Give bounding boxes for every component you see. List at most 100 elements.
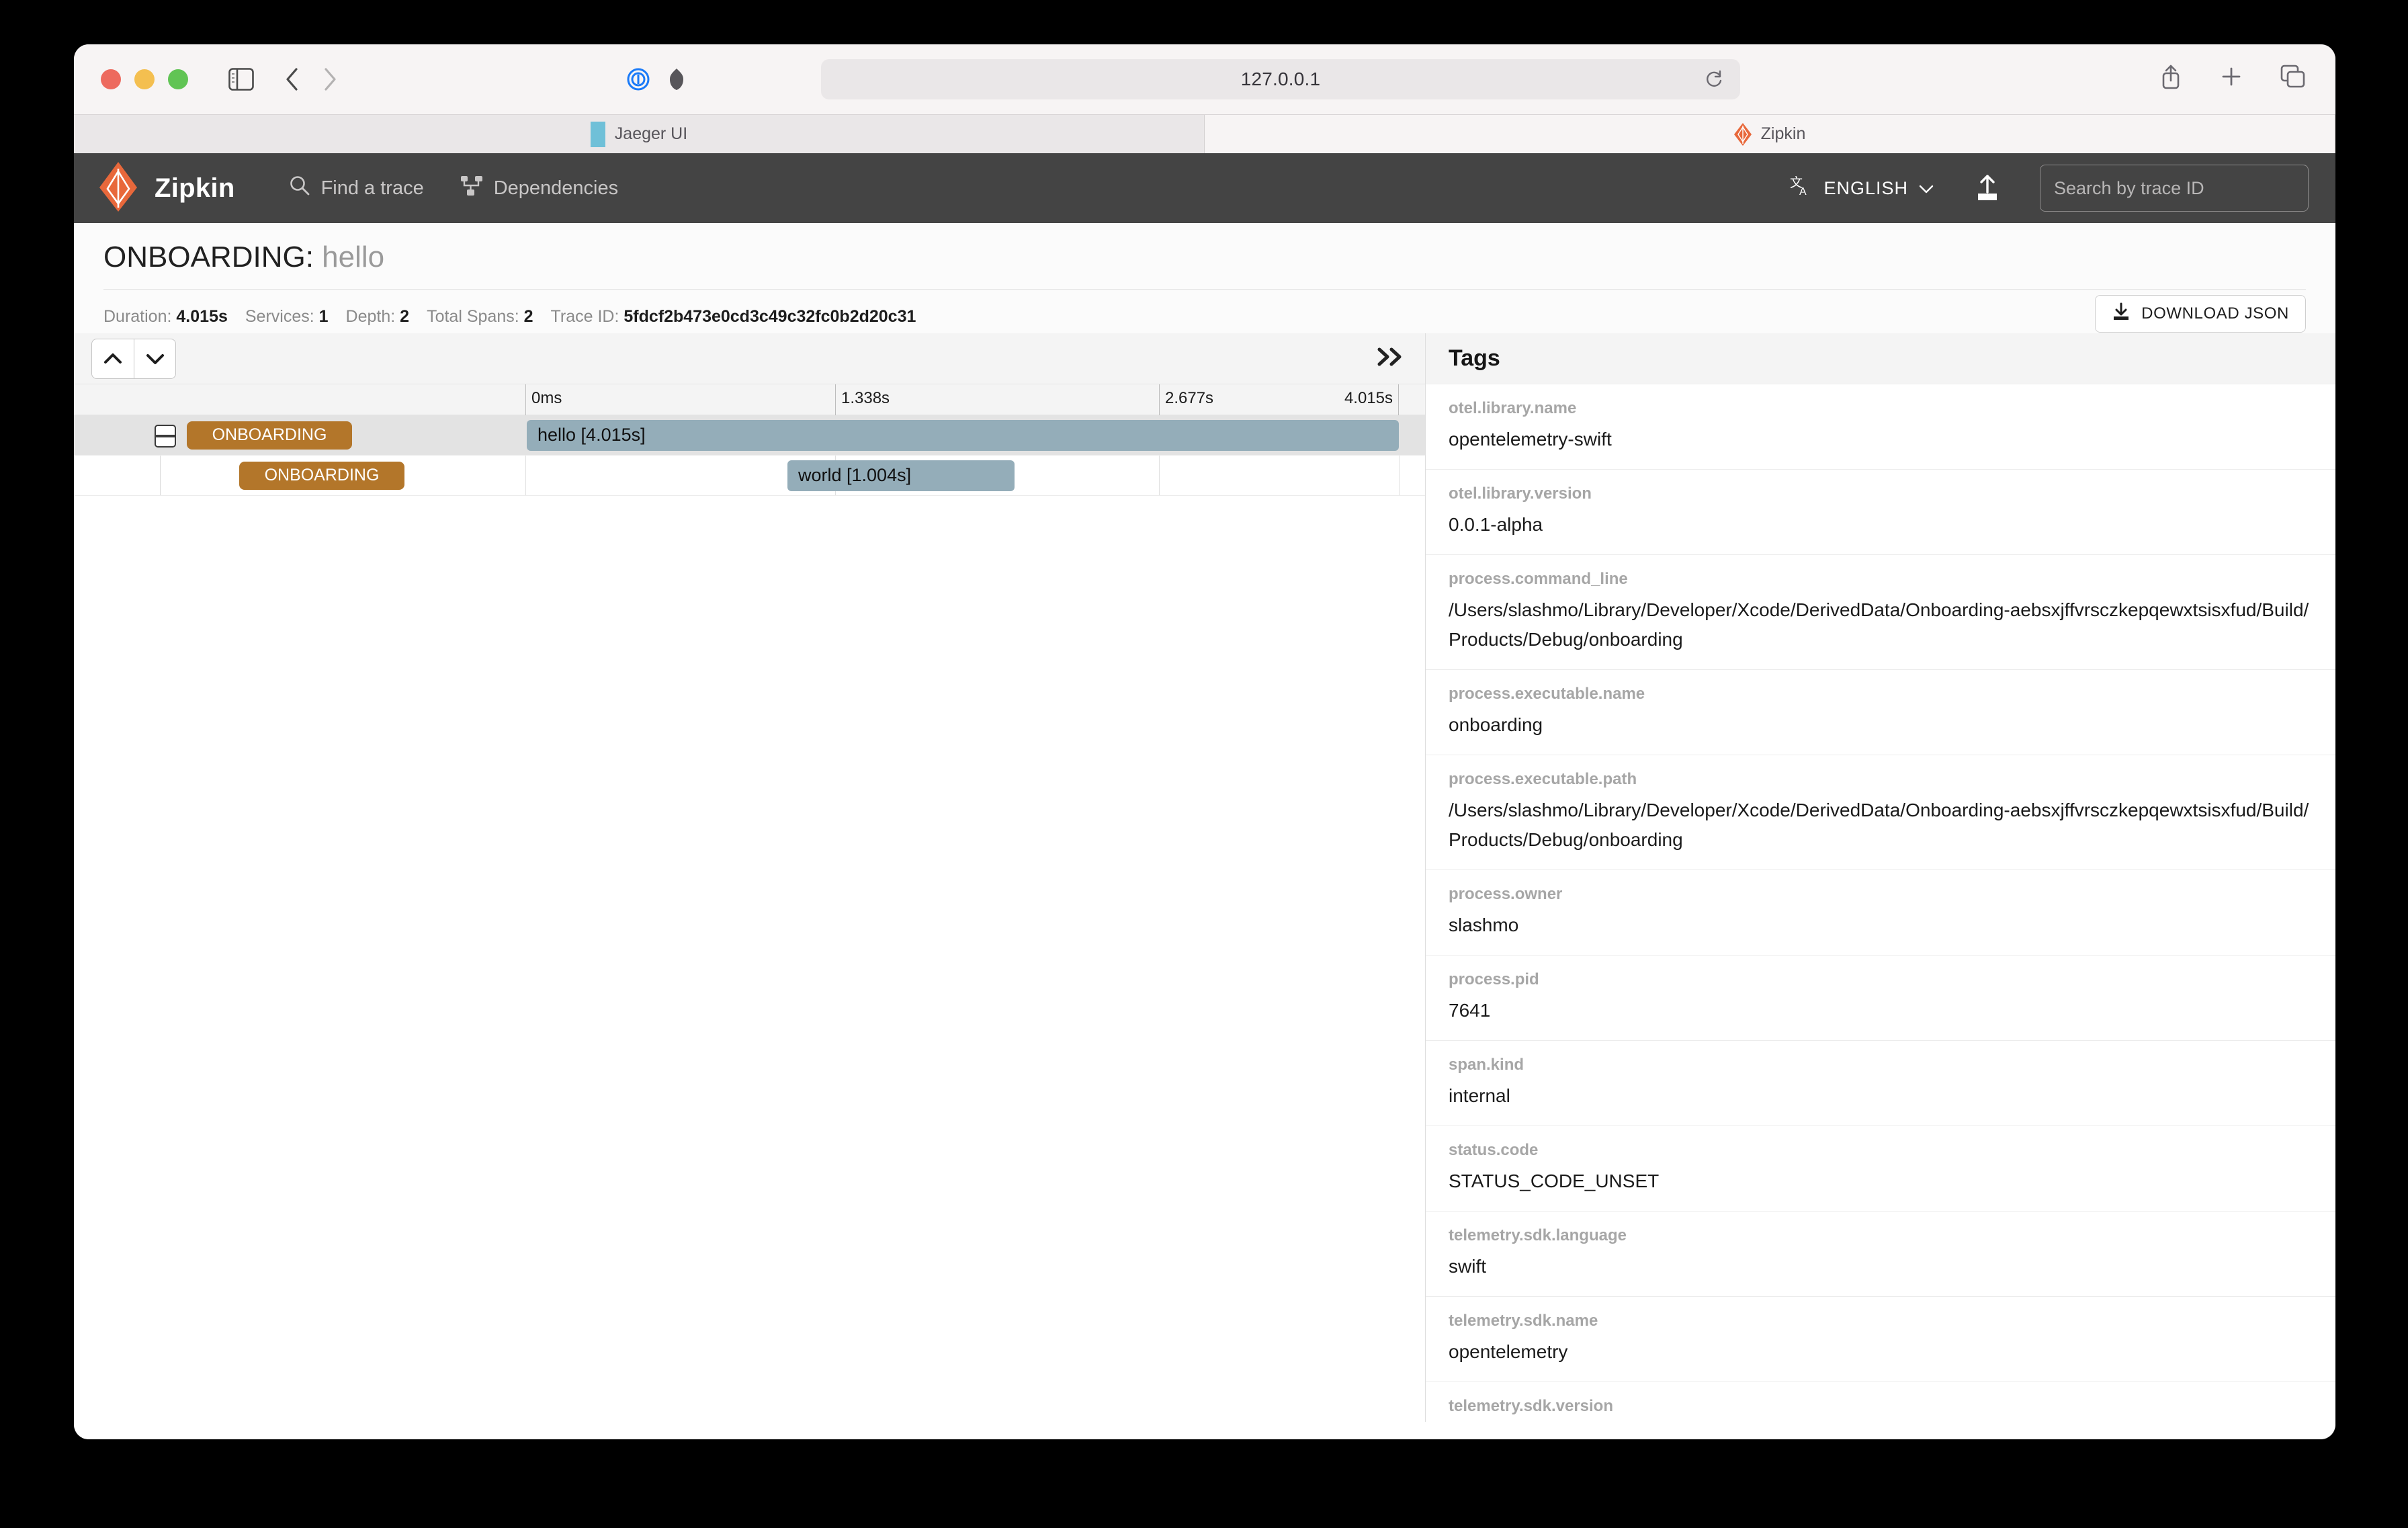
chevron-down-icon xyxy=(1919,178,1934,199)
axis-tick: 1.338s xyxy=(835,384,890,415)
back-chevron-icon[interactable] xyxy=(285,67,300,91)
tag-item: status.code STATUS_CODE_UNSET xyxy=(1426,1126,2335,1212)
span-row[interactable]: ONBOARDING world [1.004s] xyxy=(74,456,1425,496)
tag-key: process.command_line xyxy=(1449,570,1628,588)
zipkin-home-link[interactable]: Zipkin xyxy=(99,161,235,215)
axis-tick: 4.015s xyxy=(1337,384,1399,415)
tag-value: /Users/slashmo/Library/Developer/Xcode/D… xyxy=(1449,599,2309,650)
zipkin-app: Zipkin Find a trace Dependencies 文 A ENG… xyxy=(74,153,2335,1439)
browser-tab-zipkin[interactable]: Zipkin xyxy=(1205,115,2335,153)
url-text: 127.0.0.1 xyxy=(1240,69,1321,89)
tag-item: process.executable.path/Users/slashmo/Li… xyxy=(1426,755,2335,870)
tag-value: slashmo xyxy=(1449,915,1519,935)
axis-tick: 0ms xyxy=(525,384,562,415)
span-bar[interactable]: world [1.004s] xyxy=(787,460,1015,491)
browser-window: 127.0.0.1 Jaeger UI Zipkin Zipkin Find a… xyxy=(74,44,2335,1439)
navigation-buttons xyxy=(285,67,337,91)
browser-toolbar: 127.0.0.1 xyxy=(74,44,2335,114)
tag-key: telemetry.sdk.name xyxy=(1449,1312,1598,1330)
nav-dependencies[interactable]: Dependencies xyxy=(460,175,618,202)
meta-services: Services: 1 xyxy=(245,307,329,326)
translate-icon: 文A xyxy=(1790,175,1813,202)
nav-label: Find a trace xyxy=(320,177,424,199)
appbar-nav: Find a trace Dependencies xyxy=(289,175,618,202)
nav-label: Dependencies xyxy=(493,177,619,199)
tab-label: Zipkin xyxy=(1760,124,1806,143)
minimize-button[interactable] xyxy=(134,69,155,89)
zipkin-logo xyxy=(99,161,137,215)
tag-value: swift xyxy=(1449,1256,1486,1277)
span-service-badge: ONBOARDING xyxy=(187,421,352,450)
page-indicators xyxy=(626,67,685,91)
upload-icon[interactable] xyxy=(1975,173,2000,203)
jaeger-favicon xyxy=(590,121,605,147)
reader-mode-icon[interactable] xyxy=(626,67,650,91)
trace-service-name: ONBOARDING xyxy=(103,241,306,273)
span-service-badge: ONBOARDING xyxy=(239,461,404,490)
tag-value: 0.0.1-alpha xyxy=(1449,514,1543,535)
tag-key: telemetry.sdk.version xyxy=(1449,1397,1614,1415)
reload-icon[interactable] xyxy=(1704,69,1724,93)
tag-item: telemetry.sdk.language swift xyxy=(1426,1212,2335,1297)
window-controls xyxy=(101,69,188,89)
tag-value: internal xyxy=(1449,1085,1510,1106)
tag-item: process.executable.name onboarding xyxy=(1426,670,2335,755)
close-button[interactable] xyxy=(101,69,121,89)
tag-key: span.kind xyxy=(1449,1056,1524,1074)
depth-guide xyxy=(160,456,161,495)
tag-key: process.executable.path xyxy=(1449,770,1637,788)
download-json-button[interactable]: DOWNLOAD JSON xyxy=(2095,295,2306,333)
tags-pane: Tags otel.library.name opentelemetry-swif… xyxy=(1426,333,2335,1422)
tag-key: telemetry.sdk.language xyxy=(1449,1226,1627,1244)
meta-duration: Duration: 4.015s xyxy=(103,307,228,326)
sidebar-icon[interactable] xyxy=(228,68,254,91)
search-placeholder: Search by trace ID xyxy=(2054,177,2204,198)
tag-key: process.pid xyxy=(1449,970,1539,988)
collapse-toggle[interactable] xyxy=(155,425,176,448)
search-input[interactable]: Search by trace ID xyxy=(2040,165,2309,212)
zipkin-favicon xyxy=(1733,122,1752,146)
tag-value: 7641 xyxy=(1449,1000,1491,1021)
timeline-pane: 0ms 1.338s 2.677s 4.015s ONBOARDING hell… xyxy=(74,333,1426,1422)
double-chevron-right-icon[interactable] xyxy=(1375,344,1405,374)
tag-key: process.owner xyxy=(1449,885,1563,903)
tag-value: opentelemetry xyxy=(1449,1341,1568,1362)
tag-list: otel.library.name opentelemetry-swift ote… xyxy=(1426,384,2335,1422)
toolbar-right-buttons xyxy=(2159,63,2306,90)
tag-value: STATUS_CODE_UNSET xyxy=(1449,1171,1660,1191)
maximize-button[interactable] xyxy=(168,69,188,89)
tag-key: status.code xyxy=(1449,1141,1539,1159)
nav-find-a-trace[interactable]: Find a trace xyxy=(289,175,424,202)
share-icon[interactable] xyxy=(2159,63,2182,90)
tag-item: process.owner slashmo xyxy=(1426,870,2335,956)
plus-icon[interactable] xyxy=(2220,65,2243,88)
meta-trace-id: Trace ID: 5fdcf2b473e0cd3c49c32fc0b2d20c… xyxy=(550,307,916,326)
tab-label: Jaeger UI xyxy=(614,124,688,143)
chevron-down-icon[interactable] xyxy=(134,339,175,378)
tag-item: process.command_line/Users/slashmo/Libra… xyxy=(1426,555,2335,670)
tab-overview-icon[interactable] xyxy=(2280,65,2306,89)
span-bar[interactable]: hello [4.015s] xyxy=(527,419,1399,451)
trace-meta-row: Duration: 4.015s Services: 1 Depth: 2 To… xyxy=(103,289,2306,333)
trace-operation-name: hello xyxy=(322,241,385,273)
svg-text:A: A xyxy=(1799,186,1807,198)
language-label: ENGLISH xyxy=(1823,177,1908,198)
browser-tab-jaeger[interactable]: Jaeger UI xyxy=(74,115,1205,153)
trace-header: ONBOARDING: hello Duration: 4.015s Servi… xyxy=(74,223,2335,333)
span-rows: ONBOARDING hello [4.015s] ONBOARDING wor… xyxy=(74,415,1425,496)
span-navigation-buttons xyxy=(91,338,176,379)
timeline-axis: 0ms 1.338s 2.677s 4.015s xyxy=(74,384,1425,415)
forward-chevron-icon[interactable] xyxy=(322,67,337,91)
tab-strip: Jaeger UI Zipkin xyxy=(74,114,2335,153)
search-icon xyxy=(289,175,310,202)
trace-body: 0ms 1.338s 2.677s 4.015s ONBOARDING hell… xyxy=(74,333,2335,1422)
tag-item: span.kind internal xyxy=(1426,1041,2335,1126)
privacy-shield-icon[interactable] xyxy=(668,67,685,91)
appbar-right: 文A ENGLISH Search by trace ID xyxy=(1790,153,2309,223)
chevron-up-icon[interactable] xyxy=(92,339,134,378)
span-row[interactable]: ONBOARDING hello [4.015s] xyxy=(74,415,1425,456)
title-separator: : xyxy=(305,241,314,273)
tags-title: Tags xyxy=(1426,333,2335,384)
language-selector[interactable]: 文A ENGLISH xyxy=(1790,175,1934,202)
address-bar[interactable]: 127.0.0.1 xyxy=(821,59,1740,99)
